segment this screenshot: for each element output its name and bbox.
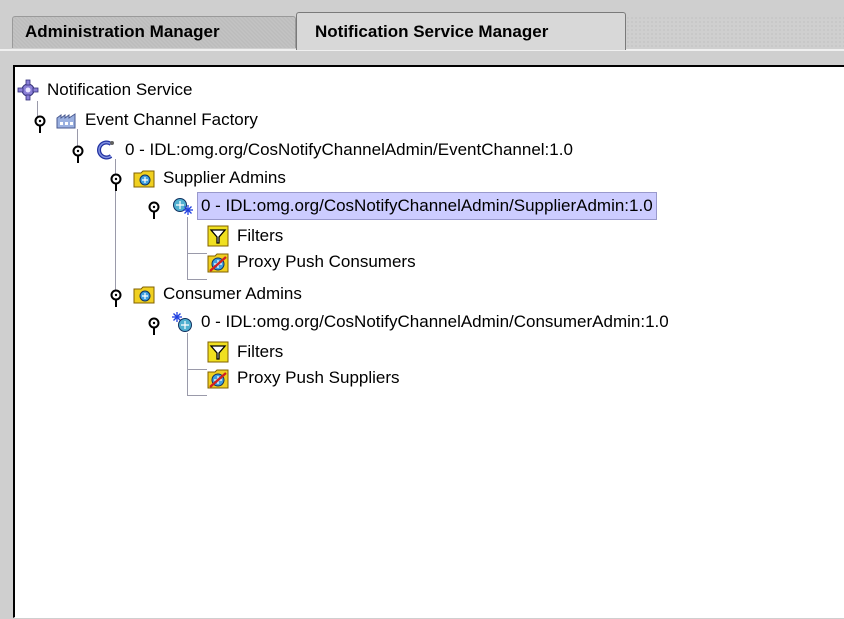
filter-icon	[207, 225, 229, 247]
tree-node-notification-service[interactable]: Notification Service	[17, 77, 196, 103]
expand-handle-icon[interactable]	[71, 145, 85, 163]
tree-line	[187, 369, 207, 370]
filter-icon	[207, 341, 229, 363]
tree-node-label-selected: 0 - IDL:omg.org/CosNotifyChannelAdmin/Su…	[197, 192, 657, 220]
tree-node-supplier-admins[interactable]: Supplier Admins	[133, 165, 289, 191]
tree-line	[187, 395, 207, 396]
tree-node-label: Proxy Push Consumers	[237, 252, 416, 271]
proxy-icon	[207, 253, 229, 273]
tree-line	[187, 279, 207, 280]
tree-node-label: Proxy Push Suppliers	[237, 368, 400, 387]
tab-bar: Administration Manager Notification Serv…	[0, 0, 844, 50]
tree-node-event-channel-factory[interactable]: Event Channel Factory	[55, 107, 261, 133]
expand-handle-icon[interactable]	[109, 173, 123, 191]
expand-handle-icon[interactable]	[147, 201, 161, 219]
notification-service-icon	[17, 79, 39, 101]
tree-node-label: Notification Service	[47, 80, 193, 99]
expand-handle-icon[interactable]	[109, 289, 123, 307]
tree-node-label: 0 - IDL:omg.org/CosNotifyChannelAdmin/Co…	[201, 312, 669, 331]
tree-node-proxy-push-consumers[interactable]: Proxy Push Consumers	[207, 249, 419, 275]
consumer-admin-icon	[172, 312, 192, 332]
event-channel-icon	[97, 140, 114, 160]
notification-tree[interactable]: Notification Service Event Channel Facto…	[13, 65, 844, 618]
tree-node-supplier-admin[interactable]: 0 - IDL:omg.org/CosNotifyChannelAdmin/Su…	[171, 192, 657, 220]
tree-node-supplier-filters[interactable]: Filters	[207, 223, 286, 249]
tree-node-consumer-filters[interactable]: Filters	[207, 339, 286, 365]
tree-node-label: 0 - IDL:omg.org/CosNotifyChannelAdmin/Ev…	[125, 140, 573, 159]
tree-node-proxy-push-suppliers[interactable]: Proxy Push Suppliers	[207, 365, 403, 391]
tab-notification-service-manager[interactable]: Notification Service Manager	[296, 12, 626, 50]
tree-line	[187, 333, 188, 395]
tree-node-label: Consumer Admins	[163, 284, 302, 303]
tab-content-panel: Notification Service Event Channel Facto…	[0, 49, 844, 619]
tree-node-label: Filters	[237, 342, 284, 361]
proxy-icon	[207, 369, 229, 389]
tab-administration-manager[interactable]: Administration Manager	[12, 16, 296, 48]
tree-node-label: Filters	[237, 226, 284, 245]
factory-icon	[56, 113, 76, 129]
tab-bar-filler	[626, 16, 844, 48]
tree-node-label: Event Channel Factory	[85, 110, 258, 129]
tree-node-consumer-admins[interactable]: Consumer Admins	[133, 281, 305, 307]
tree-line	[187, 253, 207, 254]
tree-line	[187, 217, 188, 279]
expand-handle-icon[interactable]	[33, 115, 47, 133]
expand-handle-icon[interactable]	[147, 317, 161, 335]
tree-node-label: Supplier Admins	[163, 168, 286, 187]
tree-node-event-channel[interactable]: 0 - IDL:omg.org/CosNotifyChannelAdmin/Ev…	[95, 137, 576, 163]
supplier-admin-icon	[173, 198, 193, 215]
folder-icon	[133, 170, 155, 188]
tree-node-consumer-admin[interactable]: 0 - IDL:omg.org/CosNotifyChannelAdmin/Co…	[171, 309, 672, 335]
folder-icon	[133, 286, 155, 304]
